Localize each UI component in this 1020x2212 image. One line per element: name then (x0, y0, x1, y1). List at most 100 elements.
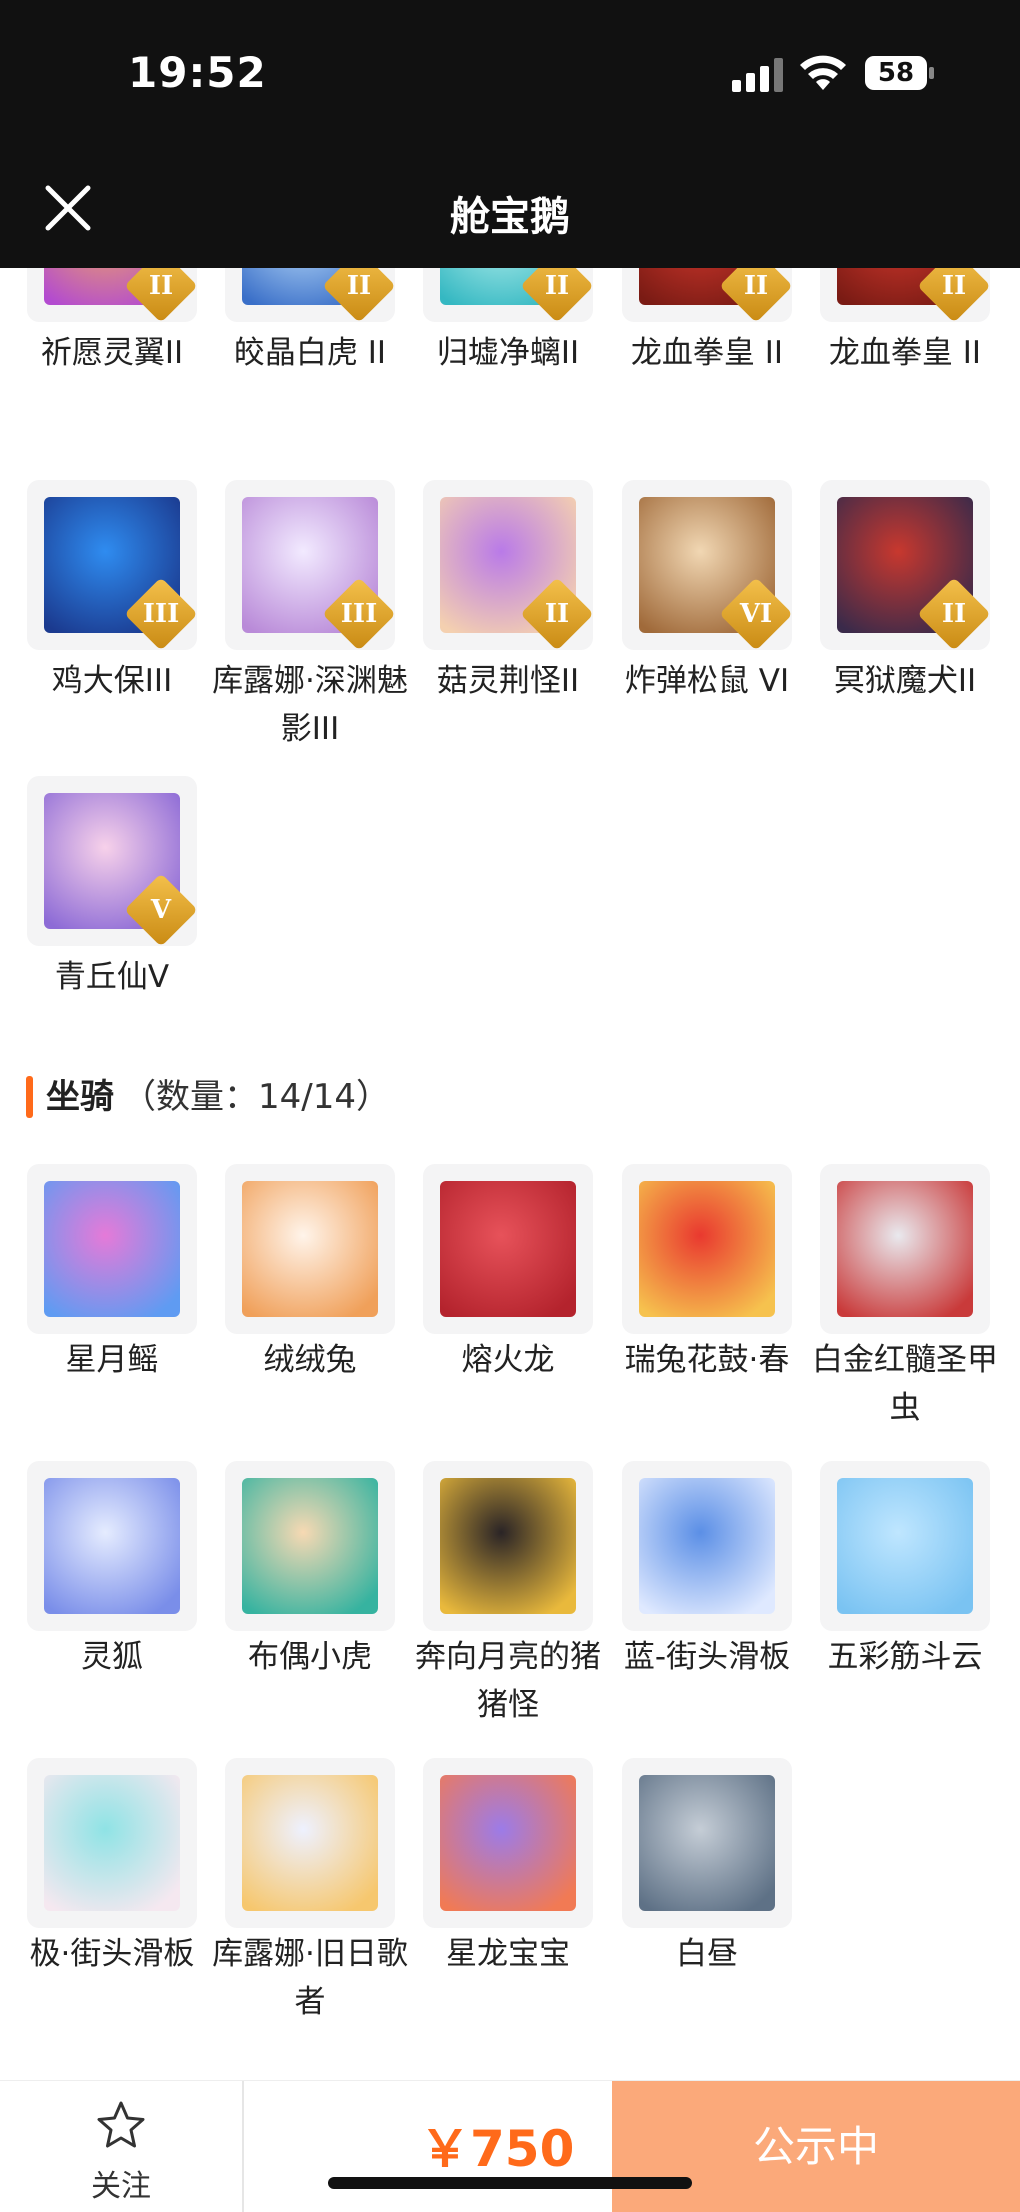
grade-badge-text: II (148, 271, 174, 301)
status-time: 19:52 (128, 48, 267, 97)
grade-badge-text: II (544, 599, 570, 629)
mount-tile[interactable] (27, 1461, 197, 1631)
wifi-icon (800, 55, 846, 90)
item-thumbnail (639, 1181, 775, 1317)
item-label: 库露娜·旧日歌者 (212, 1936, 408, 2020)
item-thumbnail (242, 1775, 378, 1911)
section-count: （数量：14/14） (122, 1077, 390, 1117)
item-label: 蓝-街头滑板 (623, 1639, 791, 1675)
grade-badge-text: II (941, 271, 967, 301)
pet-tile[interactable]: III (27, 480, 197, 650)
item-label: 熔火龙 (461, 1342, 555, 1378)
mount-tile[interactable] (622, 1461, 792, 1631)
follow-button[interactable]: 关注 (0, 2081, 242, 2212)
status-bar: 19:52 58 (0, 0, 1020, 150)
item-thumbnail (440, 1181, 576, 1317)
mount-tile[interactable] (225, 1461, 395, 1631)
item-label: 星月鳐 (65, 1342, 159, 1378)
pet-tile[interactable]: V (27, 776, 197, 946)
grade-badge: II (917, 268, 990, 322)
mount-tile[interactable] (423, 1758, 593, 1928)
item-thumbnail (837, 1478, 973, 1614)
item-label: 灵狐 (81, 1639, 143, 1675)
grade-badge-text: III (142, 599, 180, 629)
item-label: 炸弹松鼠 VI (624, 663, 790, 699)
item-thumbnail (242, 1181, 378, 1317)
item-label: 鸡大保III (51, 663, 173, 699)
divider (242, 2081, 244, 2212)
item-thumbnail (837, 1181, 973, 1317)
star-icon (97, 2101, 145, 2148)
item-thumbnail (639, 1478, 775, 1614)
mount-tile[interactable] (27, 1758, 197, 1928)
mount-tile[interactable] (820, 1461, 990, 1631)
grade-badge-text: II (346, 271, 372, 301)
item-label: 瑞兔花鼓·春 (624, 1342, 790, 1378)
mount-tile[interactable] (27, 1164, 197, 1334)
mount-tile[interactable] (423, 1461, 593, 1631)
grade-badge: V (124, 873, 197, 946)
battery-icon: 58 (864, 55, 936, 91)
item-label: 青丘仙V (54, 959, 170, 995)
pet-tile[interactable]: II (27, 268, 197, 322)
item-label: 菇灵荆怪II (436, 663, 580, 699)
public-notice-button[interactable]: 公示中 (612, 2081, 1020, 2212)
nav-bar: 舱宝鹅 (0, 150, 1020, 268)
item-thumbnail (242, 1478, 378, 1614)
item-label: 冥狱魔犬II (833, 663, 977, 699)
grade-badge: II (719, 268, 792, 322)
item-label: 极·街头滑板 (29, 1936, 195, 1972)
item-label: 五彩筋斗云 (827, 1639, 983, 1675)
pet-tile[interactable]: II (820, 268, 990, 322)
battery-level: 58 (877, 58, 915, 88)
item-label: 星龙宝宝 (446, 1936, 570, 1972)
pet-tile[interactable]: II (225, 268, 395, 322)
mount-tile[interactable] (225, 1164, 395, 1334)
item-thumbnail (639, 1775, 775, 1911)
item-thumbnail (44, 1181, 180, 1317)
mount-tile[interactable] (820, 1164, 990, 1334)
item-label: 龙血拳皇 II (828, 335, 982, 371)
grade-badge-text: II (941, 599, 967, 629)
page-title: 舱宝鹅 (450, 194, 570, 240)
item-label: 奔向月亮的猪猪怪 (415, 1639, 601, 1723)
item-label: 白金红髓圣甲虫 (812, 1342, 998, 1426)
mount-tile[interactable] (622, 1758, 792, 1928)
grade-badge: III (124, 577, 197, 650)
item-label: 皎晶白虎 II (233, 335, 387, 371)
section-accent-bar (26, 1076, 33, 1118)
cellular-signal-icon (732, 58, 783, 92)
item-label: 龙血拳皇 II (630, 335, 784, 371)
grade-badge-text: II (544, 271, 570, 301)
price: ￥750 (420, 2120, 575, 2178)
pet-tile[interactable]: II (423, 480, 593, 650)
grade-badge: II (124, 268, 197, 322)
grade-badge-text: VI (739, 599, 773, 629)
grade-badge: II (917, 577, 990, 650)
item-thumbnail (44, 1775, 180, 1911)
bottom-action-bar: 关注 ￥750 公示中 (0, 2080, 1020, 2212)
grade-badge: III (322, 577, 395, 650)
follow-label: 关注 (91, 2169, 151, 2204)
grade-badge-text: II (743, 271, 769, 301)
item-label: 库露娜·深渊魅影III (212, 663, 408, 747)
mount-tile[interactable] (225, 1758, 395, 1928)
item-label: 绒绒兔 (263, 1342, 357, 1378)
section-title: 坐骑 (46, 1077, 114, 1117)
pet-tile[interactable]: VI (622, 480, 792, 650)
pet-tile[interactable]: II (622, 268, 792, 322)
grade-badge-text: III (340, 599, 378, 629)
pet-tile[interactable]: II (820, 480, 990, 650)
grade-badge: II (520, 577, 593, 650)
mount-tile[interactable] (423, 1164, 593, 1334)
item-thumbnail (44, 1478, 180, 1614)
grade-badge: II (520, 268, 593, 322)
grade-badge-text: V (150, 895, 172, 925)
item-label: 白昼 (676, 1936, 738, 1972)
pet-tile[interactable]: II (423, 268, 593, 322)
item-label: 归墟净螭II (436, 335, 580, 371)
item-thumbnail (440, 1775, 576, 1911)
pet-tile[interactable]: III (225, 480, 395, 650)
home-indicator (328, 2177, 692, 2189)
mount-tile[interactable] (622, 1164, 792, 1334)
